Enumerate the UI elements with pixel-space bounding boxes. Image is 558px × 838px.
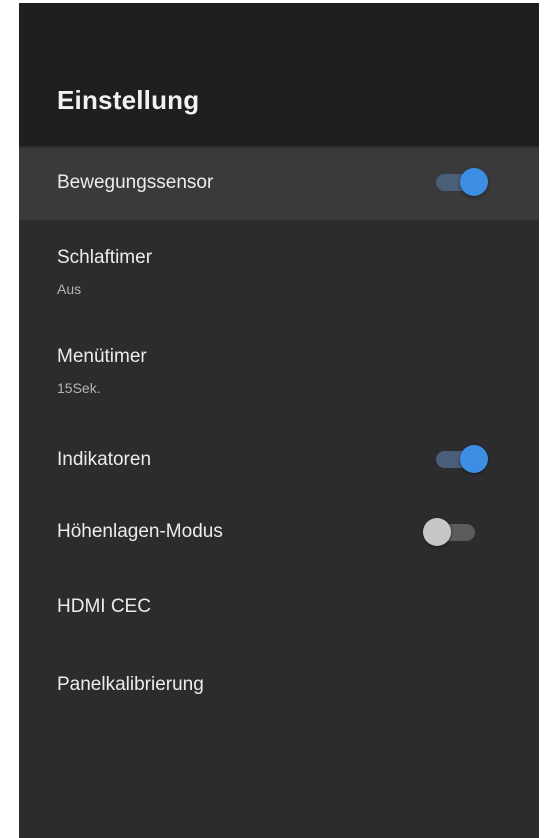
page-title: Einstellung bbox=[57, 85, 200, 115]
settings-item-label: Panelkalibrierung bbox=[57, 674, 204, 695]
settings-item-altitude-mode[interactable]: Höhenlagen-Modus bbox=[19, 500, 539, 562]
settings-item-hdmi-cec[interactable]: HDMI CEC bbox=[19, 578, 539, 640]
settings-item-label: Menütimer bbox=[57, 346, 147, 367]
settings-item-label: Höhenlagen-Modus bbox=[57, 521, 223, 542]
toggle-thumb bbox=[460, 168, 488, 196]
settings-item-panel-calibration[interactable]: Panelkalibrierung bbox=[19, 656, 539, 718]
settings-item-menu-timer[interactable]: Menütimer 15Sek. bbox=[19, 328, 539, 414]
settings-item-label: Schlaftimer bbox=[57, 247, 153, 268]
settings-item-motion-sensor[interactable]: Bewegungssensor bbox=[19, 148, 539, 220]
settings-header: Einstellung bbox=[19, 3, 539, 146]
settings-item-label: Bewegungssensor bbox=[57, 172, 214, 193]
settings-panel: Einstellung Bewegungssensor Schlaftimer … bbox=[19, 3, 539, 838]
settings-item-sleep-timer[interactable]: Schlaftimer Aus bbox=[19, 229, 539, 315]
settings-item-value: 15Sek. bbox=[57, 380, 101, 396]
altitude-mode-toggle[interactable] bbox=[423, 517, 477, 547]
settings-item-label: HDMI CEC bbox=[57, 596, 151, 617]
motion-sensor-toggle[interactable] bbox=[434, 167, 488, 197]
toggle-thumb bbox=[460, 445, 488, 473]
settings-item-indicators[interactable]: Indikatoren bbox=[19, 428, 539, 490]
indicators-toggle[interactable] bbox=[434, 444, 488, 474]
settings-item-value: Aus bbox=[57, 281, 82, 297]
toggle-thumb bbox=[423, 518, 451, 546]
settings-item-label: Indikatoren bbox=[57, 449, 152, 470]
